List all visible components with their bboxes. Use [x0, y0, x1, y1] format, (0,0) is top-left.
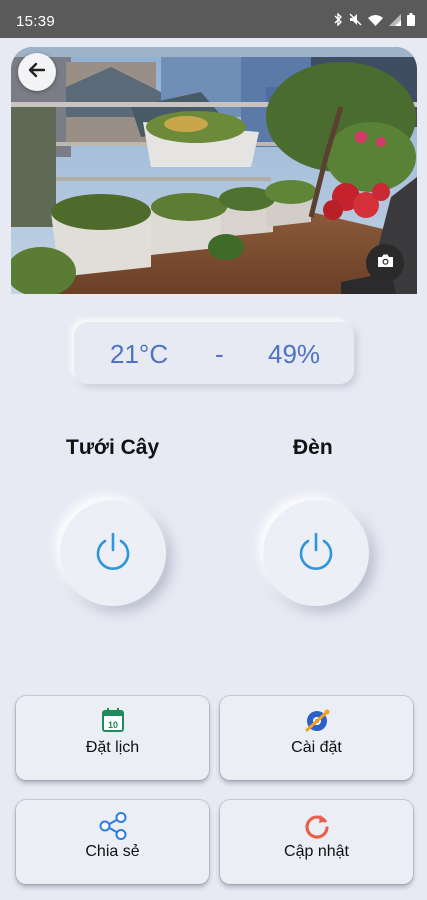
share-button[interactable]: Chia sẻ — [16, 800, 209, 884]
update-button[interactable]: Cập nhật — [220, 800, 413, 884]
temperature-value: 21°C — [110, 339, 169, 369]
share-icon — [98, 812, 128, 845]
refresh-icon — [303, 812, 331, 845]
watering-power-button[interactable] — [60, 500, 166, 606]
power-icon — [92, 530, 134, 577]
svg-text:10: 10 — [107, 720, 117, 730]
calendar-icon: 10 — [101, 708, 124, 737]
humidity-value: 49% — [268, 339, 321, 369]
status-icons — [333, 12, 415, 31]
light-title: Đèn — [293, 436, 333, 459]
schedule-label: Đặt lịch — [85, 739, 140, 756]
bluetooth-icon — [333, 12, 343, 31]
camera-photo — [11, 47, 417, 294]
status-bar: 15:39 — [0, 0, 427, 38]
settings-button[interactable]: Cài đặt — [220, 696, 413, 780]
signal-icon — [389, 13, 401, 31]
status-time: 15:39 — [16, 13, 56, 30]
camera-button[interactable] — [366, 244, 404, 282]
power-icon — [295, 530, 337, 577]
mute-icon — [349, 13, 362, 31]
back-arrow-icon — [28, 61, 46, 84]
watering-title: Tưới Cây — [66, 436, 160, 459]
camera-icon — [377, 253, 394, 273]
sensor-readings: 21°C - 49% — [74, 322, 354, 384]
schedule-button[interactable]: 10 Đặt lịch — [16, 696, 209, 780]
readings-separator: - — [215, 339, 224, 369]
update-label: Cập nhật — [284, 843, 349, 860]
battery-icon — [407, 13, 415, 31]
wifi-icon — [368, 13, 383, 31]
settings-icon — [303, 708, 331, 739]
settings-label: Cài đặt — [291, 739, 342, 756]
share-label: Chia sẻ — [85, 843, 140, 860]
light-power-button[interactable] — [263, 500, 369, 606]
back-button[interactable] — [18, 53, 56, 91]
